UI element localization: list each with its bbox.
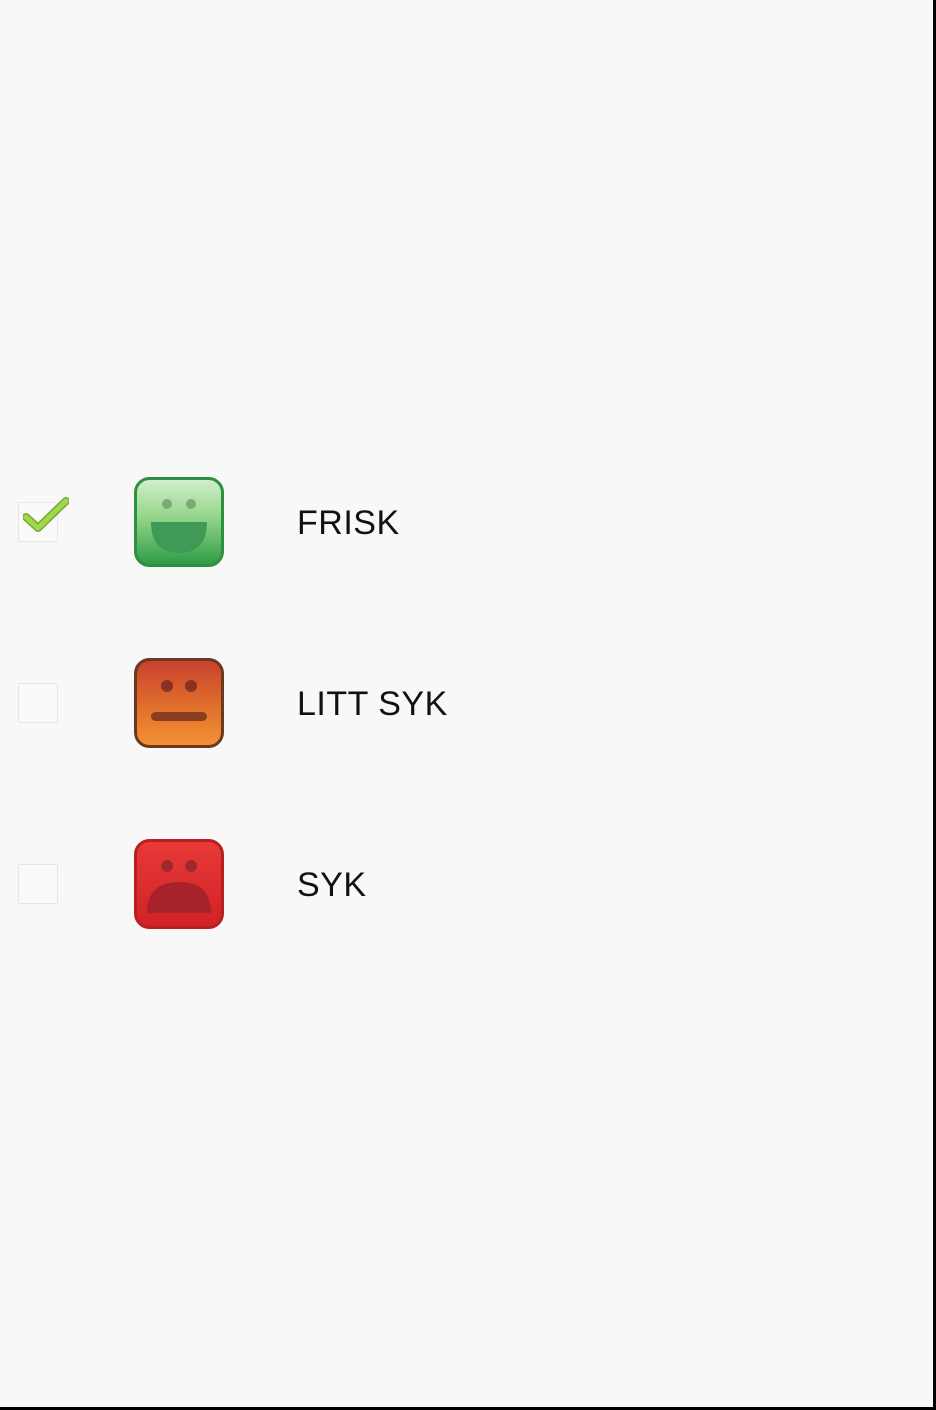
- checkmark-icon: [23, 497, 69, 532]
- sad-face-icon: [134, 839, 224, 929]
- happy-face-icon: [134, 477, 224, 567]
- checkbox-syk[interactable]: [18, 864, 58, 904]
- option-syk[interactable]: SYK: [0, 839, 933, 931]
- option-litt-syk[interactable]: LITT SYK: [0, 658, 933, 750]
- checkbox-litt-syk[interactable]: [18, 683, 58, 723]
- option-frisk[interactable]: FRISK: [0, 477, 933, 569]
- option-label-frisk: FRISK: [297, 504, 400, 542]
- option-label-litt-syk: LITT SYK: [297, 685, 448, 723]
- neutral-face-icon: [134, 658, 224, 748]
- option-label-syk: SYK: [297, 866, 367, 904]
- screen: FRISK LITT SYK SYK: [0, 0, 933, 1407]
- checkbox-frisk[interactable]: [18, 497, 69, 542]
